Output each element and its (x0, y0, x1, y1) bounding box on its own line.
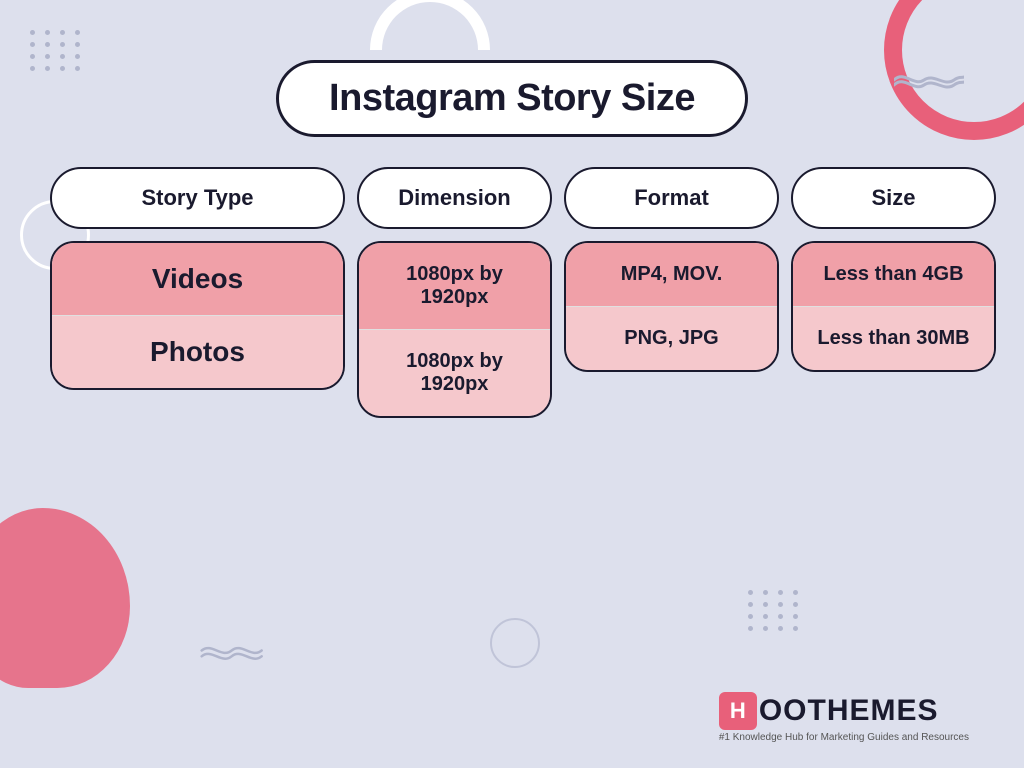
dimension-header: Dimension (357, 167, 552, 229)
arc-decoration-top (370, 0, 490, 50)
photos-row: Photos (52, 316, 343, 388)
main-content: Instagram Story Size Story Type Videos P… (50, 50, 974, 718)
format-data: MP4, MOV. PNG, JPG (564, 241, 779, 372)
logo-area: H OOTHEMES #1 Knowledge Hub for Marketin… (719, 692, 969, 743)
logo-wrapper: H OOTHEMES #1 Knowledge Hub for Marketin… (719, 692, 969, 743)
photos-size: Less than 30MB (793, 307, 994, 370)
videos-size: Less than 4GB (793, 243, 994, 307)
story-type-column: Story Type Videos Photos (50, 167, 345, 418)
info-table: Story Type Videos Photos Dimension 1080p… (50, 167, 974, 418)
photos-format: PNG, JPG (566, 307, 777, 370)
format-column: Format MP4, MOV. PNG, JPG (564, 167, 779, 418)
format-header: Format (564, 167, 779, 229)
page-title-box: Instagram Story Size (276, 60, 748, 137)
story-type-data: Videos Photos (50, 241, 345, 390)
size-data: Less than 4GB Less than 30MB (791, 241, 996, 372)
logo-brand-name: OOTHEMES (759, 694, 939, 728)
page-title: Instagram Story Size (329, 77, 695, 120)
logo-icon: H (719, 692, 757, 730)
dimension-data: 1080px by 1920px 1080px by 1920px (357, 241, 552, 418)
videos-format: MP4, MOV. (566, 243, 777, 307)
story-type-header: Story Type (50, 167, 345, 229)
dimension-column: Dimension 1080px by 1920px 1080px by 192… (357, 167, 552, 418)
logo-icon-letter: H (730, 698, 746, 724)
photos-dimension: 1080px by 1920px (359, 330, 550, 416)
videos-dimension: 1080px by 1920px (359, 243, 550, 330)
logo-tagline: #1 Knowledge Hub for Marketing Guides an… (719, 732, 969, 743)
size-column: Size Less than 4GB Less than 30MB (791, 167, 996, 418)
size-header: Size (791, 167, 996, 229)
videos-row: Videos (52, 243, 343, 316)
